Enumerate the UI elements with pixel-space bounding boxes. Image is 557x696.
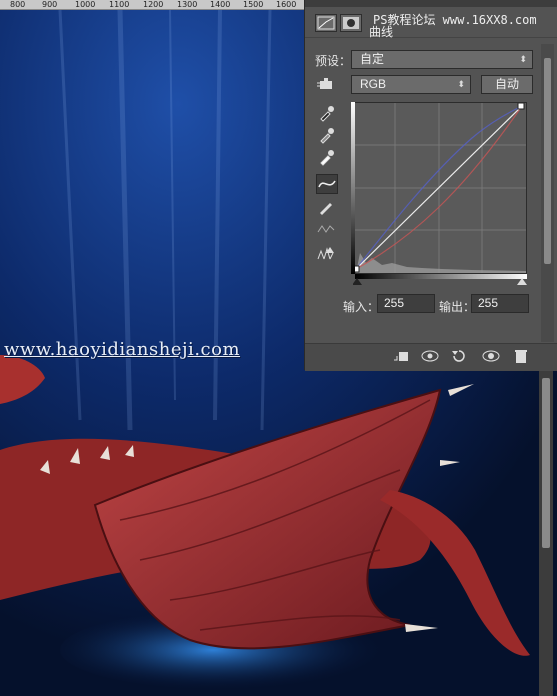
ruler-tick: 1300	[177, 0, 198, 9]
ruler-tick: 1100	[109, 0, 130, 9]
output-label: 输出：	[439, 300, 476, 314]
white-point-slider-icon[interactable]	[515, 278, 529, 286]
document-scrollbar[interactable]	[539, 370, 553, 696]
preset-label: 预设：	[315, 54, 352, 68]
output-value-field[interactable]: 255	[471, 294, 529, 313]
input-label: 输入：	[343, 300, 380, 314]
input-value-field[interactable]: 255	[377, 294, 435, 313]
updown-arrow-icon: ⬍	[457, 79, 465, 89]
document-scrollbar-thumb[interactable]	[542, 378, 550, 548]
curve-point-icon[interactable]	[316, 174, 338, 194]
output-gradient-bar	[351, 102, 355, 274]
panel-tab-strip[interactable]	[305, 0, 557, 7]
layer-mask-icon[interactable]	[340, 14, 362, 32]
ruler-tick: 900	[42, 0, 58, 9]
clipping-warning-icon[interactable]	[316, 245, 338, 265]
curves-adjustment-icon[interactable]	[315, 14, 337, 32]
gray-eyedropper-icon[interactable]	[316, 126, 338, 146]
curves-properties-panel: PS教程论坛 www.16XX8.com 曲线 预设： 自定 ⬍ RGB ⬍ 自…	[304, 0, 557, 371]
forum-watermark: PS教程论坛 www.16XX8.com	[373, 13, 537, 27]
site-watermark: www.haoyidiansheji.com	[4, 339, 241, 360]
curve-graph-plot	[352, 102, 526, 273]
ruler-tick: 1400	[210, 0, 231, 9]
panel-scrollbar[interactable]	[541, 44, 554, 342]
auto-button[interactable]: 自动	[481, 75, 533, 94]
view-previous-icon[interactable]	[420, 348, 440, 366]
panel-footer	[305, 343, 557, 371]
black-eyedropper-icon[interactable]	[316, 104, 338, 124]
preset-dropdown[interactable]: 自定 ⬍	[351, 50, 533, 69]
panel-header: PS教程论坛 www.16XX8.com 曲线	[305, 7, 557, 39]
visibility-eye-icon[interactable]	[481, 348, 501, 366]
ruler-tick: 1600	[276, 0, 297, 9]
smooth-icon[interactable]	[316, 220, 338, 240]
trash-icon[interactable]	[511, 348, 531, 366]
pencil-icon[interactable]	[316, 198, 338, 218]
panel-title: 曲线	[369, 25, 394, 39]
clip-to-layer-icon[interactable]	[391, 348, 411, 366]
preset-value: 自定	[360, 52, 385, 66]
white-eyedropper-icon[interactable]	[316, 148, 338, 168]
channel-dropdown[interactable]: RGB ⬍	[351, 75, 471, 94]
hand-adjust-icon[interactable]	[316, 75, 338, 95]
reset-icon[interactable]	[449, 348, 469, 366]
updown-arrow-icon: ⬍	[519, 54, 527, 64]
curve-graph[interactable]	[351, 102, 527, 274]
ruler-tick: 1000	[75, 0, 96, 9]
ruler-tick: 800	[10, 0, 26, 9]
panel-scrollbar-thumb[interactable]	[544, 58, 551, 264]
black-point-slider-icon[interactable]	[353, 278, 533, 286]
ruler-tick: 1200	[143, 0, 164, 9]
channel-value: RGB	[360, 77, 387, 91]
ruler-tick: 1500	[243, 0, 264, 9]
